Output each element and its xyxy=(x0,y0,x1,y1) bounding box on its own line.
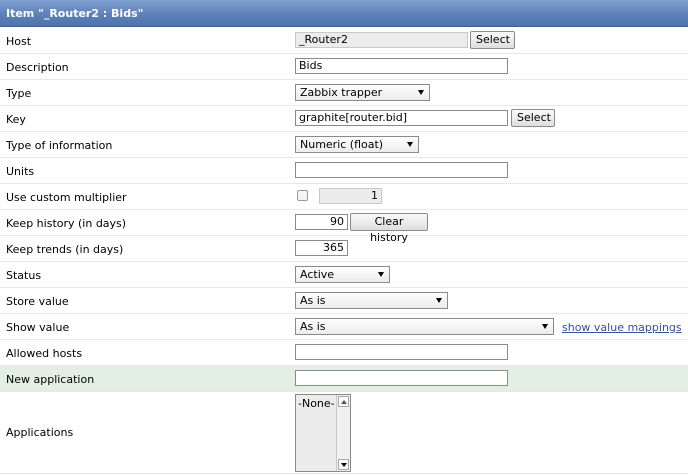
clear-history-button[interactable]: Clear history xyxy=(350,213,428,244)
custom-multiplier-checkbox[interactable] xyxy=(297,190,308,201)
show-value-select[interactable]: As is xyxy=(295,318,554,335)
row-store-value: Store value As is xyxy=(0,288,688,314)
row-show-value: Show value As is show value mappings xyxy=(0,314,688,340)
chevron-down-icon xyxy=(378,272,384,277)
form-title: Item "_Router2 : Bids" xyxy=(6,7,144,20)
status-label: Status xyxy=(6,269,42,282)
chevron-down-icon xyxy=(418,90,424,95)
row-key: Key graphite[router.bid] Select xyxy=(0,106,688,132)
key-label: Key xyxy=(6,113,26,126)
status-select-value: Active xyxy=(300,268,335,281)
form-title-bar: Item "_Router2 : Bids" xyxy=(0,0,688,27)
row-status: Status Active xyxy=(0,262,688,288)
row-units: Units xyxy=(0,158,688,184)
chevron-down-icon xyxy=(436,298,442,303)
row-type-of-information: Type of information Numeric (float) xyxy=(0,132,688,158)
host-label: Host xyxy=(6,35,32,48)
row-allowed-hosts: Allowed hosts xyxy=(0,340,688,366)
type-label: Type xyxy=(6,87,32,100)
applications-listbox[interactable]: -None- xyxy=(295,394,351,472)
row-keep-history: Keep history (in days) 90 Clear history xyxy=(0,210,688,244)
keep-history-input[interactable]: 90 xyxy=(295,214,348,230)
applications-option[interactable]: -None- xyxy=(298,397,335,410)
new-application-label: New application xyxy=(6,373,95,386)
row-new-application: New application xyxy=(0,366,688,392)
scroll-up-icon[interactable] xyxy=(338,396,349,407)
row-host: Host _Router2 Select xyxy=(0,28,688,54)
type-select[interactable]: Zabbix trapper xyxy=(295,84,430,101)
description-input[interactable]: Bids xyxy=(295,58,508,74)
custom-multiplier-label: Use custom multiplier xyxy=(6,191,127,204)
show-value-mappings-link[interactable]: show value mappings xyxy=(562,321,682,334)
key-input[interactable]: graphite[router.bid] xyxy=(295,110,508,126)
store-value-select-value: As is xyxy=(300,294,326,307)
chevron-down-icon xyxy=(407,142,413,147)
units-label: Units xyxy=(6,165,35,178)
type-of-information-label: Type of information xyxy=(6,139,113,152)
scroll-down-icon[interactable] xyxy=(338,459,349,470)
row-keep-trends: Keep trends (in days) 365 xyxy=(0,236,688,262)
keep-trends-label: Keep trends (in days) xyxy=(6,243,124,256)
keep-history-label: Keep history (in days) xyxy=(6,217,127,230)
new-application-input[interactable] xyxy=(295,370,508,386)
show-value-select-value: As is xyxy=(300,320,326,333)
status-select[interactable]: Active xyxy=(295,266,390,283)
store-value-select[interactable]: As is xyxy=(295,292,448,309)
type-of-information-select[interactable]: Numeric (float) xyxy=(295,136,419,153)
units-input[interactable] xyxy=(295,162,508,178)
host-select-button[interactable]: Select xyxy=(470,31,515,49)
row-applications: Applications -None- xyxy=(0,392,688,474)
keep-trends-input[interactable]: 365 xyxy=(295,240,348,256)
store-value-label: Store value xyxy=(6,295,69,308)
applications-label: Applications xyxy=(6,426,74,439)
custom-multiplier-input[interactable]: 1 xyxy=(319,188,382,204)
row-description: Description Bids xyxy=(0,54,688,80)
host-input[interactable]: _Router2 xyxy=(295,32,468,48)
key-select-button[interactable]: Select xyxy=(511,109,555,127)
chevron-down-icon xyxy=(542,324,548,329)
row-type: Type Zabbix trapper xyxy=(0,80,688,106)
allowed-hosts-label: Allowed hosts xyxy=(6,347,83,360)
show-value-label: Show value xyxy=(6,321,70,334)
row-custom-multiplier: Use custom multiplier 1 xyxy=(0,184,688,210)
applications-scrollbar[interactable] xyxy=(336,395,350,471)
type-select-value: Zabbix trapper xyxy=(300,86,383,99)
description-label: Description xyxy=(6,61,69,74)
allowed-hosts-input[interactable] xyxy=(295,344,508,360)
type-of-information-value: Numeric (float) xyxy=(300,138,384,151)
